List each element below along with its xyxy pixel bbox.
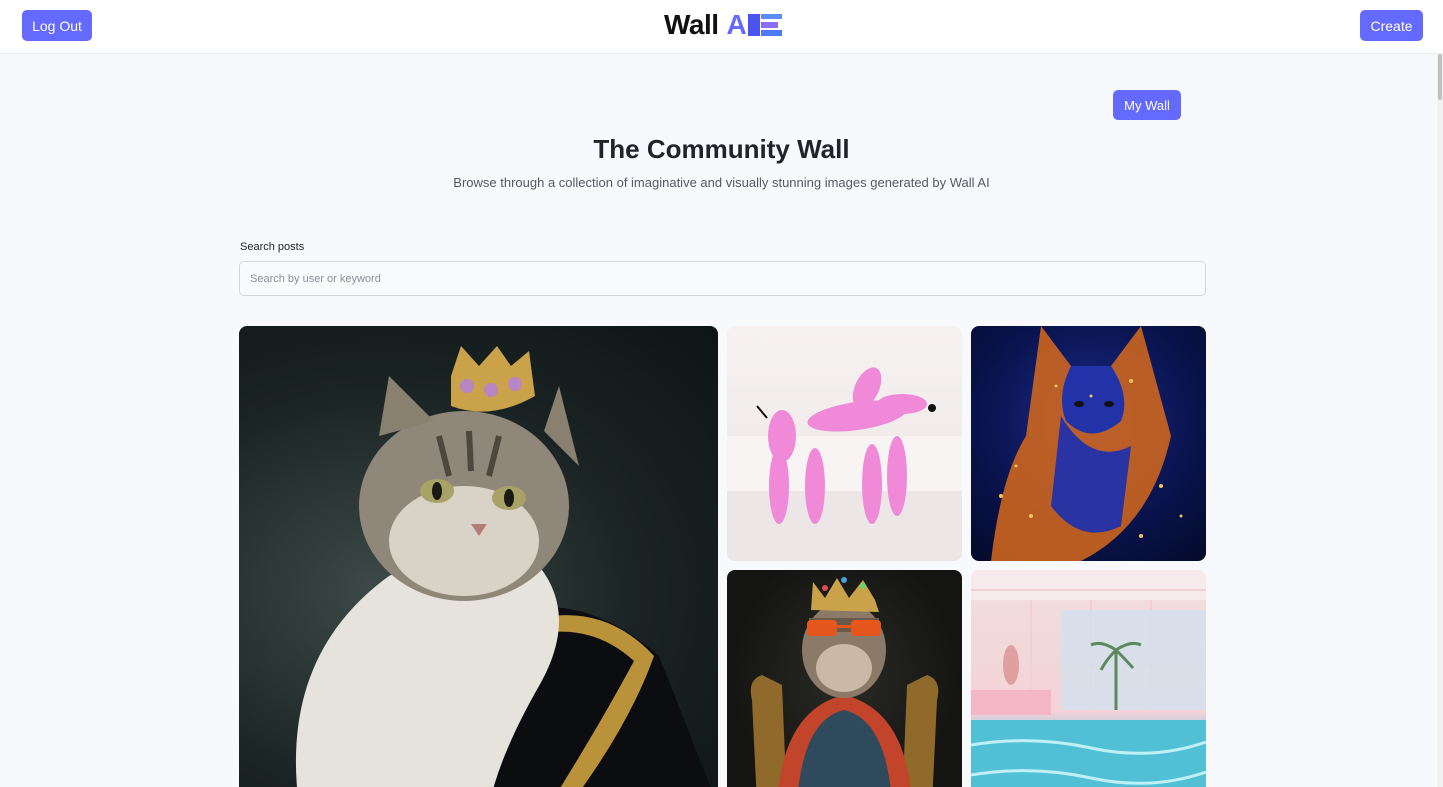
crowned-monkey-sunglasses-image: [750, 577, 939, 787]
page-subtitle: Browse through a collection of imaginati…: [453, 175, 990, 190]
navbar: Log Out Wall AI A Create: [0, 0, 1443, 54]
gallery-card-cat[interactable]: [239, 326, 718, 787]
gallery-card-pastel-pool[interactable]: [971, 570, 1206, 787]
logo-bars-icon: [748, 14, 783, 36]
my-wall-button[interactable]: My Wall: [1113, 90, 1181, 120]
logo-ai: AI A: [727, 9, 783, 41]
page-title: The Community Wall: [593, 134, 850, 164]
pink-balloon-dog-image: [727, 367, 962, 561]
gallery-card-cosmic-fox[interactable]: [971, 326, 1206, 561]
search-input[interactable]: [239, 261, 1206, 296]
logo[interactable]: Wall AI A: [664, 9, 783, 41]
scrollbar-thumb[interactable]: [1438, 54, 1442, 100]
logo-text: Wall: [664, 9, 719, 40]
crowned-cat-portrait-image: [295, 346, 711, 787]
gallery-card-crowned-monkey[interactable]: [727, 570, 962, 787]
cosmic-fox-image: [991, 326, 1183, 561]
create-button[interactable]: Create: [1360, 10, 1423, 41]
search-label: Search posts: [240, 241, 305, 253]
page-scrollbar[interactable]: [1437, 54, 1443, 787]
gallery-card-balloon-dog[interactable]: [727, 326, 962, 561]
logout-button[interactable]: Log Out: [22, 10, 92, 41]
pastel-indoor-pool-image: [971, 570, 1206, 787]
